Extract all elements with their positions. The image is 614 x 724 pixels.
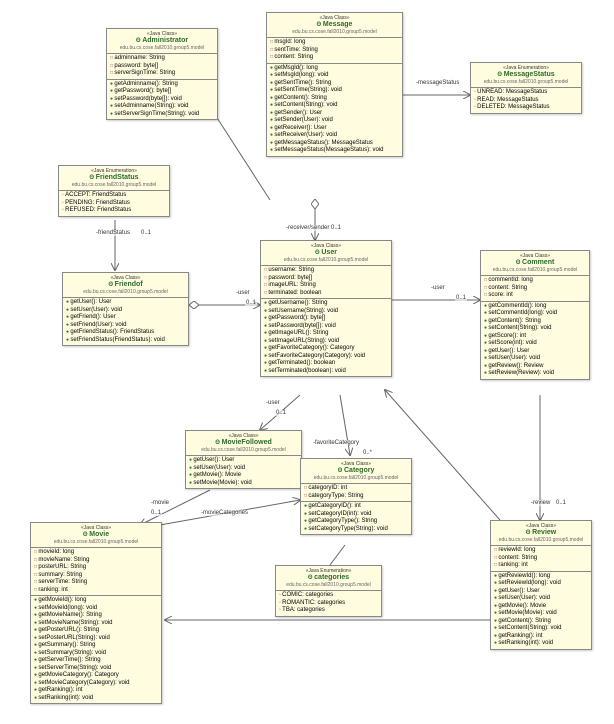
label-m01-5: 0..1 [275,410,287,416]
class-messageStatus[interactable]: «Java Enumeration» MessageStatus edu.bu.… [470,62,582,114]
class-movieFollowed[interactable]: «Java Class» MovieFollowed edu.bu.cs.cos… [185,430,302,489]
label-m01-6: 0..1 [150,510,162,516]
class-review[interactable]: «Java Class» Review edu.bu.cs.cose.fall2… [490,520,592,650]
class-friendof[interactable]: «Java Class» Friendof edu.bu.cs.cose.fal… [62,272,189,346]
class-movie[interactable]: «Java Class» Movie edu.bu.cs.cose.fall20… [30,522,162,704]
class-categories[interactable]: «Java Enumeration» categories edu.bu.cs.… [275,565,382,617]
label-movie: -movie [150,500,170,506]
label-m0star: 0..* [362,450,373,456]
label-m01-7: 0..1 [555,500,567,506]
class-administrator[interactable]: «Java Class» Administrator edu.bu.cs.cos… [106,28,218,120]
label-user-3: -user [265,400,281,406]
label-user-1: -user [235,290,251,296]
label-friendStatus: -friendStatus [95,230,131,236]
class-category[interactable]: «Java Class» Category edu.bu.cs.cose.fal… [300,458,412,535]
operations: getAdminname(): String getPassword(): by… [107,80,217,120]
label-m01-3: 0..1 [245,300,257,306]
label-movieCategories: -movieCategories [200,510,249,516]
class-user[interactable]: «Java Class» User edu.bu.cs.cose.fall201… [260,240,392,377]
attributes: adminname: String password: byte[] serve… [107,54,217,80]
label-user-2: -user [430,285,446,291]
label-m01: 0..1 [330,225,342,231]
label-m01-4: 0..1 [455,295,467,301]
label-messageStatus: -messageStatus [415,80,460,86]
class-message[interactable]: «Java Class» Message edu.bu.cs.cose.fall… [266,12,403,157]
class-friendStatus[interactable]: «Java Enumeration» FriendStatus edu.bu.c… [58,165,170,217]
label-favCategory: -favoriteCategory [312,440,360,446]
class-comment[interactable]: «Java Class» Comment edu.bu.cs.cose.fall… [480,250,590,380]
label-m01-2: 0..1 [140,230,152,236]
label-receiverSender: -receiver/sender [285,225,330,231]
label-review: -review [530,500,551,506]
class-title: Administrator [111,37,213,45]
package: edu.bu.cs.cose.fall2010.group5.model [111,45,213,51]
